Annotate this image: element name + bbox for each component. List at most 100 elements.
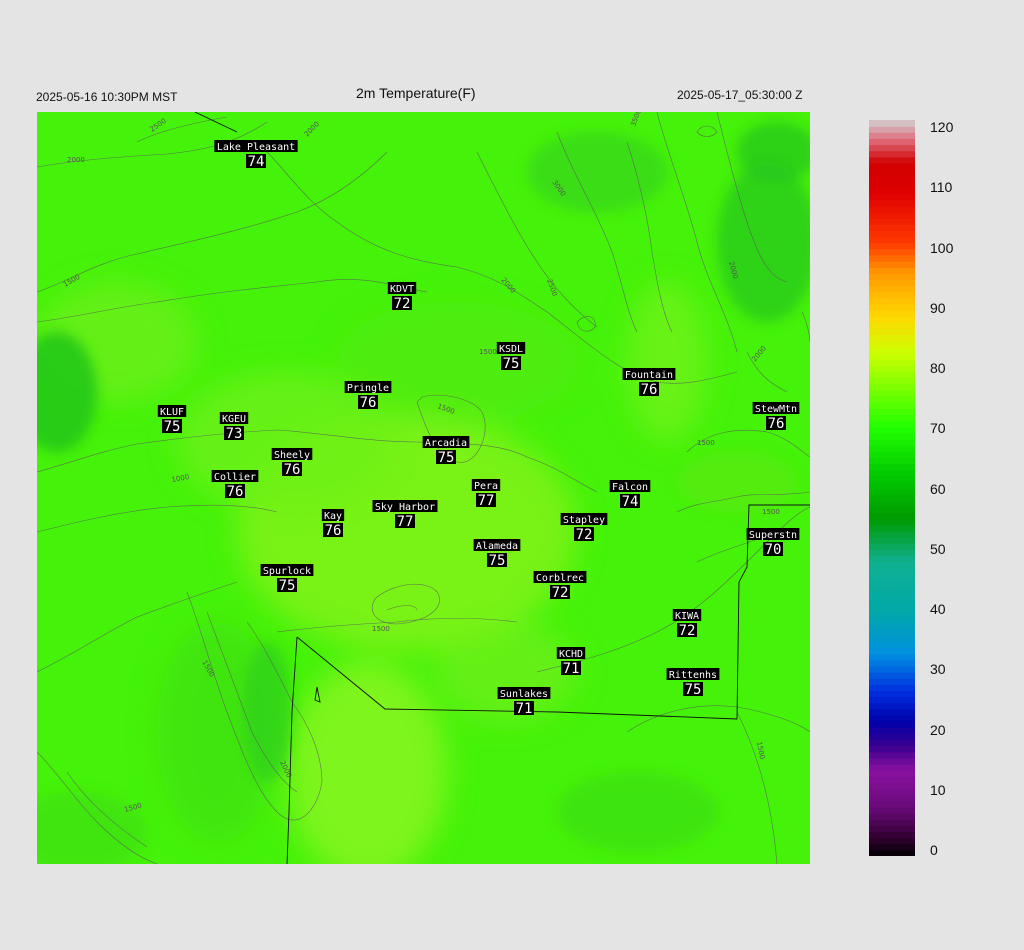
- station-value: 75: [489, 553, 506, 569]
- colorbar-segment: [869, 757, 915, 765]
- station-value: 73: [226, 426, 243, 442]
- colorbar-segment: [869, 684, 915, 691]
- colorbar-segment: [869, 420, 915, 428]
- colorbar-segment: [869, 806, 915, 814]
- station-1: KDVT72: [387, 282, 417, 312]
- colorbar-segment: [869, 193, 915, 201]
- temperature-field: [37, 112, 810, 864]
- colorbar-segment: [869, 813, 915, 820]
- colorbar-segment: [869, 739, 915, 747]
- colorbar-label: 120: [930, 119, 954, 135]
- colorbar-segment: [869, 629, 915, 636]
- colorbar-segment: [869, 199, 915, 207]
- station-name: KGEU: [222, 414, 246, 425]
- colorbar-segment: [869, 690, 915, 698]
- colorbar-label: 0: [930, 842, 938, 858]
- station-name: Fountain: [625, 370, 673, 381]
- colorbar-segment: [869, 635, 915, 642]
- station-value: 74: [622, 494, 639, 510]
- colorbar-segment: [869, 543, 915, 550]
- colorbar-segment: [869, 414, 915, 422]
- colorbar-segment: [869, 346, 915, 354]
- colorbar-label: 30: [930, 661, 946, 678]
- colorbar-segment: [869, 365, 915, 373]
- colorbar-segment: [869, 187, 915, 195]
- colorbar-segment: [869, 481, 915, 489]
- colorbar-segment: [869, 665, 915, 673]
- colorbar-segment: [869, 156, 915, 164]
- colorbar-segment: [869, 837, 915, 845]
- colorbar-segment: [869, 371, 915, 379]
- colorbar-segment: [869, 212, 915, 219]
- colorbar-segment: [869, 230, 915, 238]
- colorbar-segment: [869, 494, 915, 501]
- station-value: 75: [279, 578, 296, 594]
- colorbar-segment: [869, 573, 915, 581]
- colorbar-segment: [869, 162, 915, 170]
- colorbar-segment: [869, 181, 915, 189]
- colorbar-segment: [869, 383, 915, 391]
- colorbar-segment: [869, 506, 915, 514]
- station-name: Stapley: [563, 515, 605, 526]
- colorbar-segment: [869, 340, 915, 348]
- colorbar-segment: [869, 524, 915, 532]
- colorbar-segment: [869, 641, 915, 649]
- colorbar-segment: [869, 776, 915, 783]
- map-title: 2m Temperature(F): [356, 85, 476, 101]
- colorbar-segment: [869, 549, 915, 557]
- colorbar-segment: [869, 316, 915, 323]
- colorbar-label: 110: [930, 179, 953, 196]
- station-value: 76: [360, 395, 377, 411]
- colorbar-segment: [869, 205, 915, 213]
- contour-label: 1500: [479, 348, 497, 356]
- colorbar-segment: [869, 512, 915, 520]
- colorbar-segment: [869, 696, 915, 704]
- station-name: Corblrec: [536, 573, 584, 584]
- colorbar-segment: [869, 291, 915, 299]
- station-name: Sunlakes: [500, 689, 548, 700]
- colorbar-segment: [869, 733, 915, 741]
- colorbar-segment: [869, 279, 915, 287]
- colorbar-segment: [869, 254, 915, 262]
- temperature-map: 2500 2000 2000 1500 3000 3500 2500 2000 …: [37, 112, 810, 864]
- contour-label: 1500: [697, 439, 715, 447]
- station-value: 75: [438, 450, 455, 466]
- station-name: Falcon: [612, 482, 648, 493]
- colorbar-segment: [869, 463, 915, 471]
- station-20: KIWA72: [672, 609, 702, 639]
- colorbar-segment: [869, 702, 915, 710]
- station-name: Alameda: [476, 541, 518, 552]
- station-value: 76: [641, 382, 658, 398]
- station-value: 72: [576, 527, 593, 543]
- station-value: 72: [552, 585, 569, 601]
- colorbar-segment: [869, 132, 915, 139]
- colorbar-segment: [869, 843, 915, 851]
- colorbar-segment: [869, 445, 915, 452]
- colorbar-segment: [869, 377, 915, 385]
- station-21: KCHD71: [556, 647, 586, 677]
- colorbar-segment: [869, 328, 915, 336]
- colorbar-segment: [869, 218, 915, 225]
- station-name: Superstn: [749, 530, 797, 541]
- colorbar-segment: [869, 782, 915, 790]
- colorbar-segment: [869, 248, 915, 256]
- colorbar-segment: [869, 261, 915, 268]
- colorbar-segment: [869, 530, 915, 538]
- colorbar-segment: [869, 794, 915, 802]
- station-value: 76: [768, 416, 785, 432]
- colorbar-segment: [869, 120, 915, 127]
- colorbar-segment: [869, 678, 915, 685]
- colorbar-segment: [869, 567, 915, 575]
- colorbar-segment: [869, 751, 915, 759]
- station-name: Rittenhs: [669, 670, 717, 681]
- colorbar-segment: [869, 150, 915, 158]
- station-value: 72: [394, 296, 411, 312]
- contour-label: 1500: [762, 508, 780, 516]
- colorbar-segment: [869, 285, 915, 293]
- colorbar: [869, 120, 915, 856]
- station-name: StewMtn: [755, 404, 797, 415]
- colorbar-segment: [869, 518, 915, 526]
- station-name: Sky Harbor: [375, 502, 435, 513]
- station-name: Kay: [324, 511, 342, 522]
- colorbar-segment: [869, 469, 915, 477]
